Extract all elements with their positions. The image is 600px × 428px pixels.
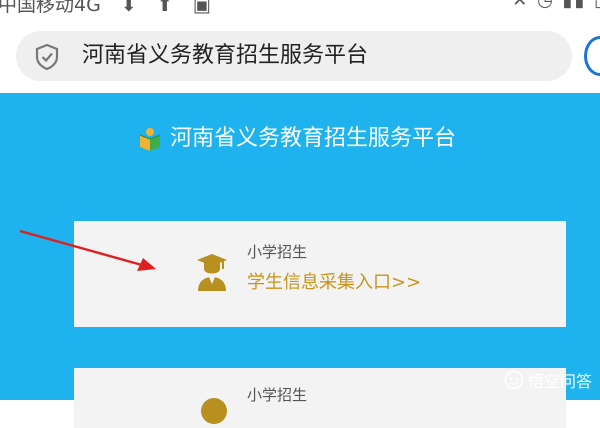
battery-icon: ▯: [594, 0, 600, 11]
status-right: ✕ ◷ ▮▮ ▯: [512, 0, 600, 11]
address-bar[interactable]: 河南省义务教育招生服务平台: [16, 31, 572, 81]
mute-icon: ✕: [512, 0, 530, 11]
watermark: 悟空问答: [504, 368, 592, 392]
url-text[interactable]: 河南省义务教育招生服务平台: [82, 42, 368, 70]
site-title: 河南省义务教育招生服务平台: [170, 126, 457, 151]
watermark-text: 悟空问答: [527, 372, 592, 391]
download-icon: ⬇: [120, 0, 137, 16]
graduate-icon: [197, 254, 227, 291]
upload-icon: ⬆: [156, 0, 173, 16]
primary-school-card-2[interactable]: 小学招生: [74, 368, 566, 428]
card-label: 小学招生: [247, 243, 308, 261]
student-info-entry-link[interactable]: 学生信息采集入口>>: [247, 268, 421, 294]
graduate-icon: [201, 398, 227, 424]
status-bar: 中国移动4G ⬇ ⬆ ▣ ✕ ◷ ▮▮ ▯: [0, 0, 600, 18]
red-arrow-annotation: [19, 229, 156, 271]
wukong-logo-icon: [504, 370, 524, 390]
carrier-text: 中国移动4G: [0, 0, 101, 16]
alarm-icon: ◷: [537, 0, 555, 11]
book-logo-icon: [139, 128, 161, 151]
signal-icon: ▮▮: [562, 0, 587, 11]
browser-menu-icon[interactable]: [584, 36, 600, 76]
card-label: 小学招生: [247, 386, 308, 404]
status-left: 中国移动4G ⬇ ⬆ ▣: [0, 0, 211, 17]
shield-icon: [35, 43, 59, 71]
image-icon: ▣: [192, 0, 211, 16]
